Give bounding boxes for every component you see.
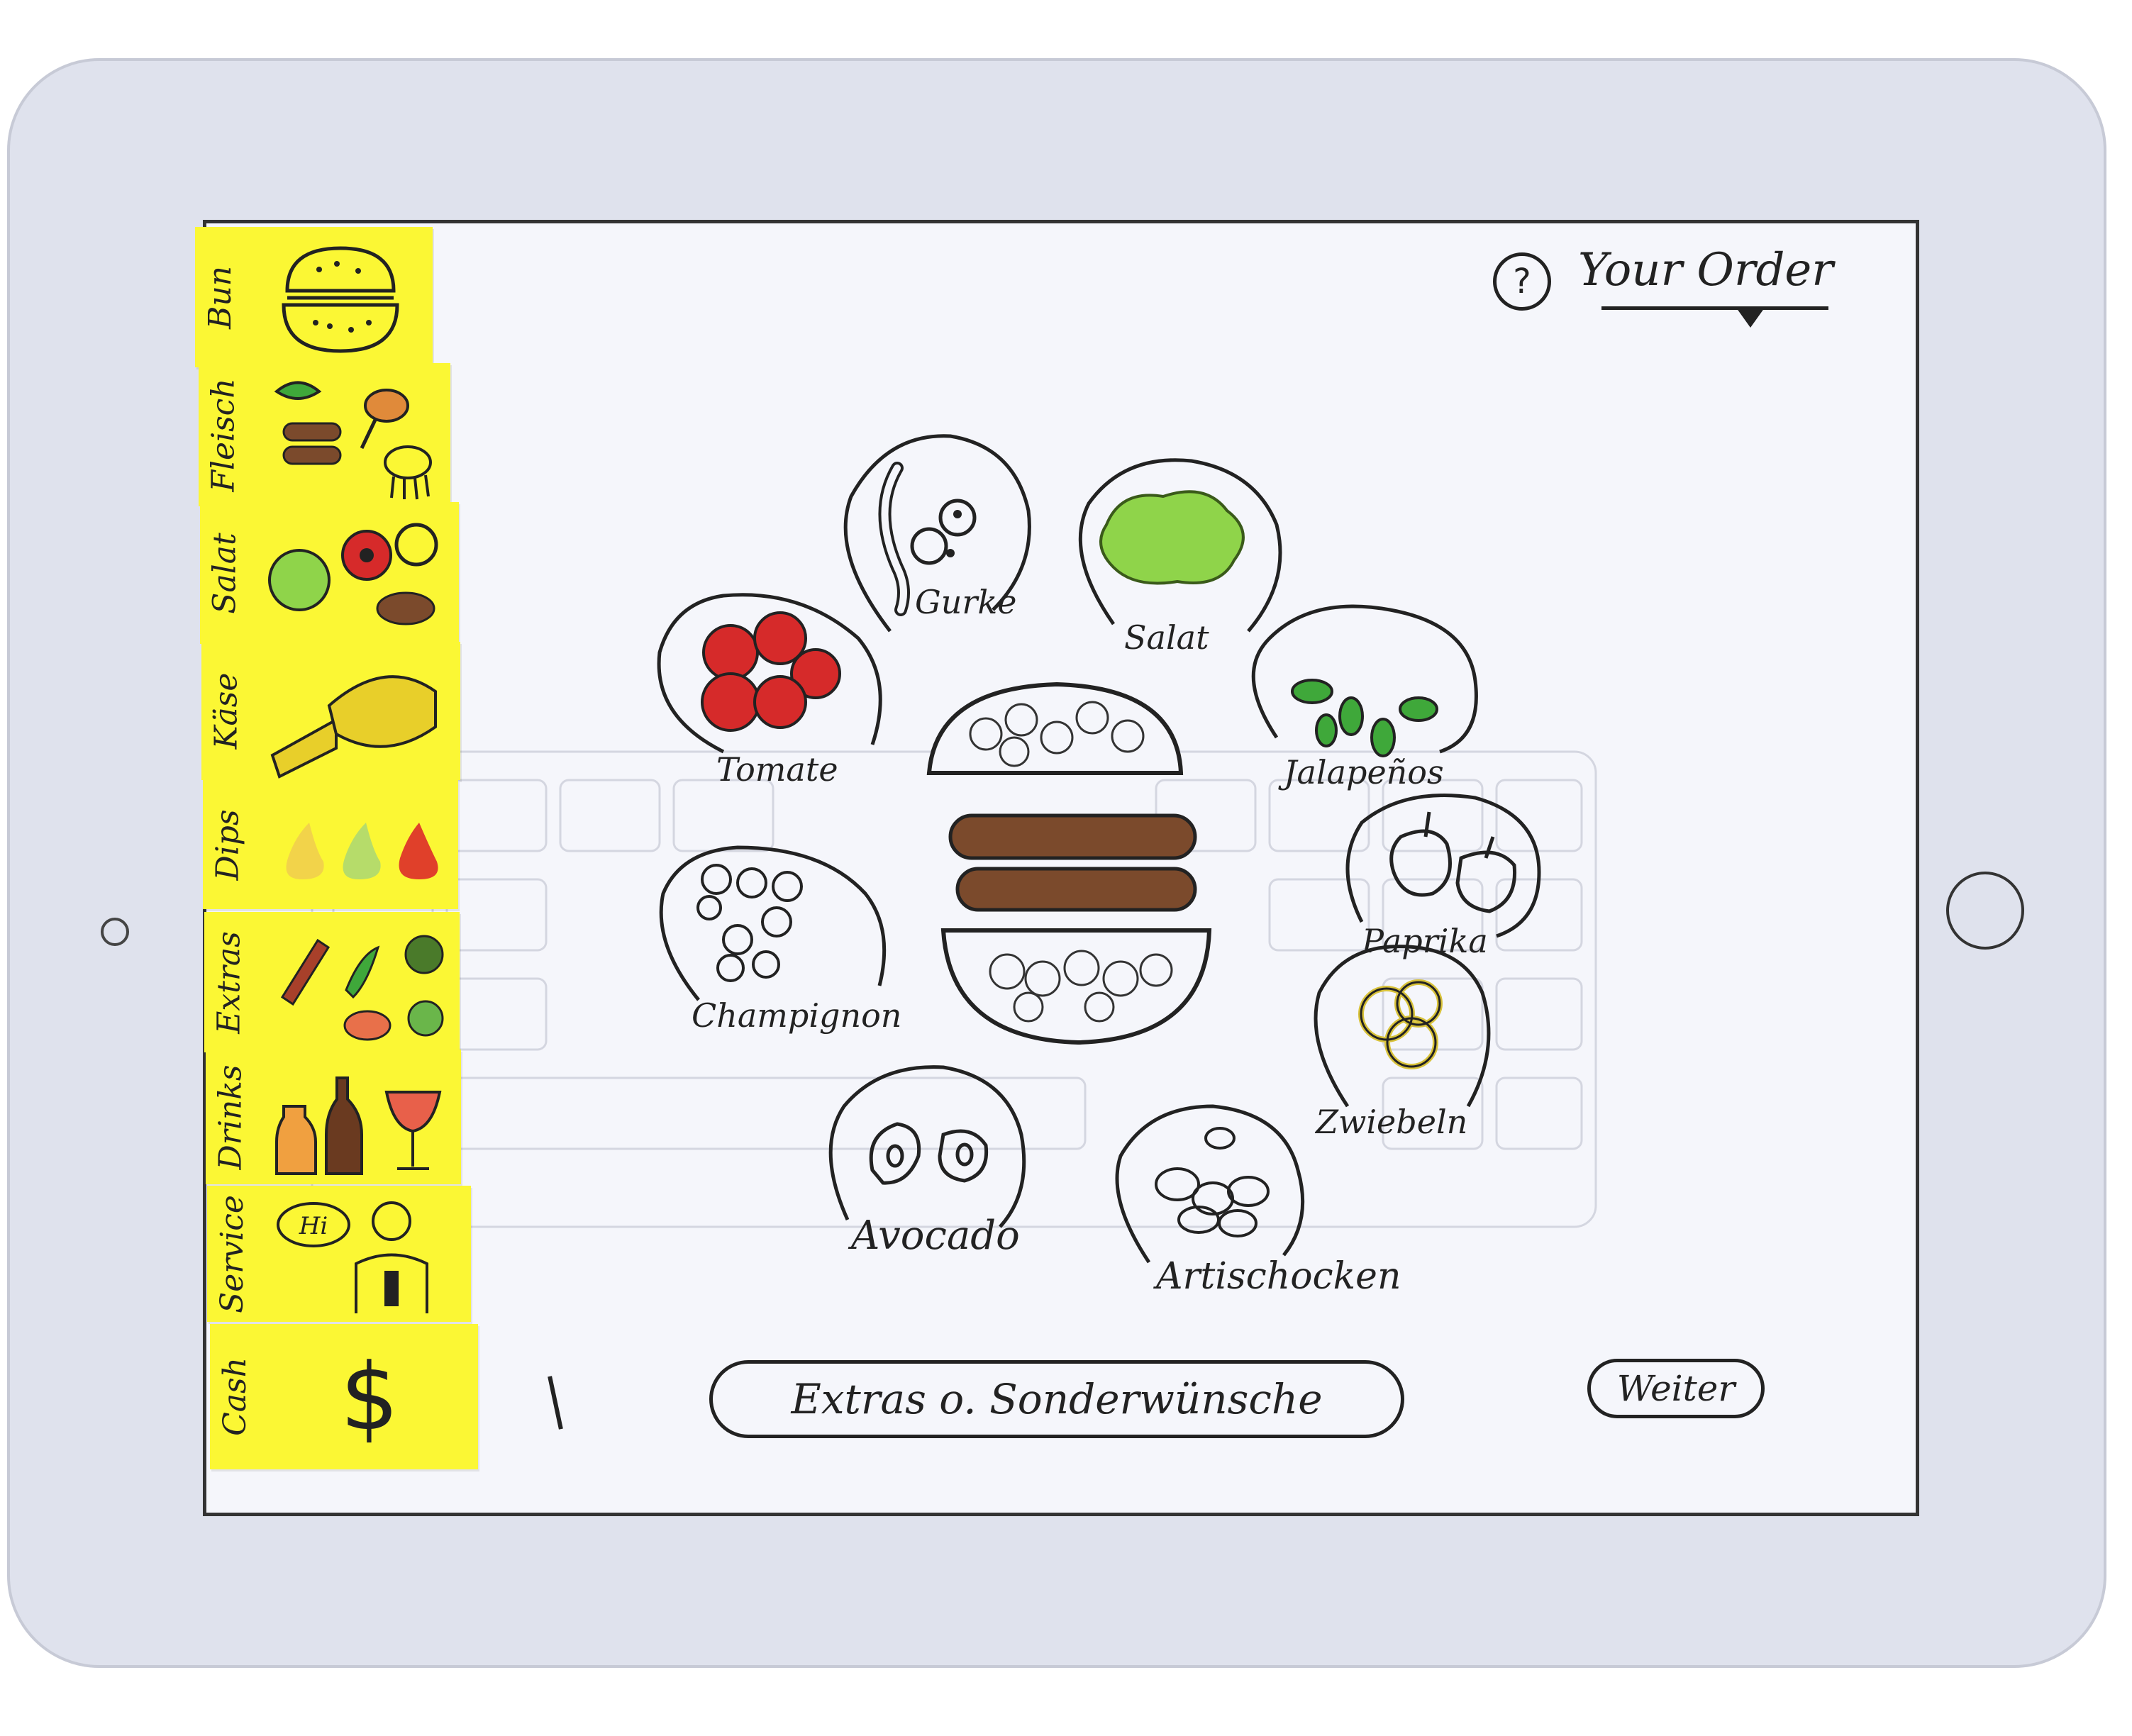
topping-label: Salat — [1124, 618, 1209, 657]
paprika-icon — [1389, 811, 1517, 913]
jalapeno-icon — [1291, 679, 1438, 757]
burger-patty[interactable] — [955, 867, 1197, 912]
lettuce-icon — [1099, 490, 1245, 585]
topping-zwiebeln[interactable] — [1314, 945, 1491, 1108]
extras-special-requests-button[interactable]: Extras o. Sonderwünsche — [709, 1360, 1404, 1438]
topping-label: Tomate — [716, 750, 838, 789]
avocado-icon — [869, 1122, 989, 1185]
burger-builder-canvas — [657, 434, 1541, 1264]
topping-champignon[interactable] — [659, 845, 887, 1001]
topping-label: Jalapeños — [1284, 753, 1444, 791]
topping-label: Champignon — [692, 996, 902, 1035]
topping-label: Artischocken — [1156, 1255, 1401, 1298]
topping-label: Paprika — [1362, 922, 1488, 960]
topping-label: Avocado — [851, 1213, 1020, 1259]
topping-salat[interactable] — [1078, 458, 1282, 633]
topping-label: Zwiebeln — [1316, 1103, 1468, 1141]
burger-bottom-bun[interactable] — [940, 928, 1212, 1045]
topping-avocado[interactable] — [828, 1065, 1026, 1228]
tomato-icon — [701, 611, 841, 732]
topping-artischocken[interactable] — [1115, 1104, 1305, 1264]
artichoke-icon — [1155, 1127, 1270, 1237]
topping-jalapenos[interactable] — [1251, 604, 1478, 757]
mushroom-icon — [696, 864, 803, 982]
onion-icon — [1358, 979, 1443, 1069]
topping-tomate[interactable] — [657, 593, 882, 754]
burger-patty[interactable] — [948, 813, 1197, 860]
topping-label: Gurke — [915, 583, 1017, 621]
next-button[interactable]: Weiter — [1587, 1359, 1765, 1418]
topping-paprika[interactable] — [1345, 794, 1541, 938]
burger-top-bun[interactable] — [926, 681, 1184, 775]
